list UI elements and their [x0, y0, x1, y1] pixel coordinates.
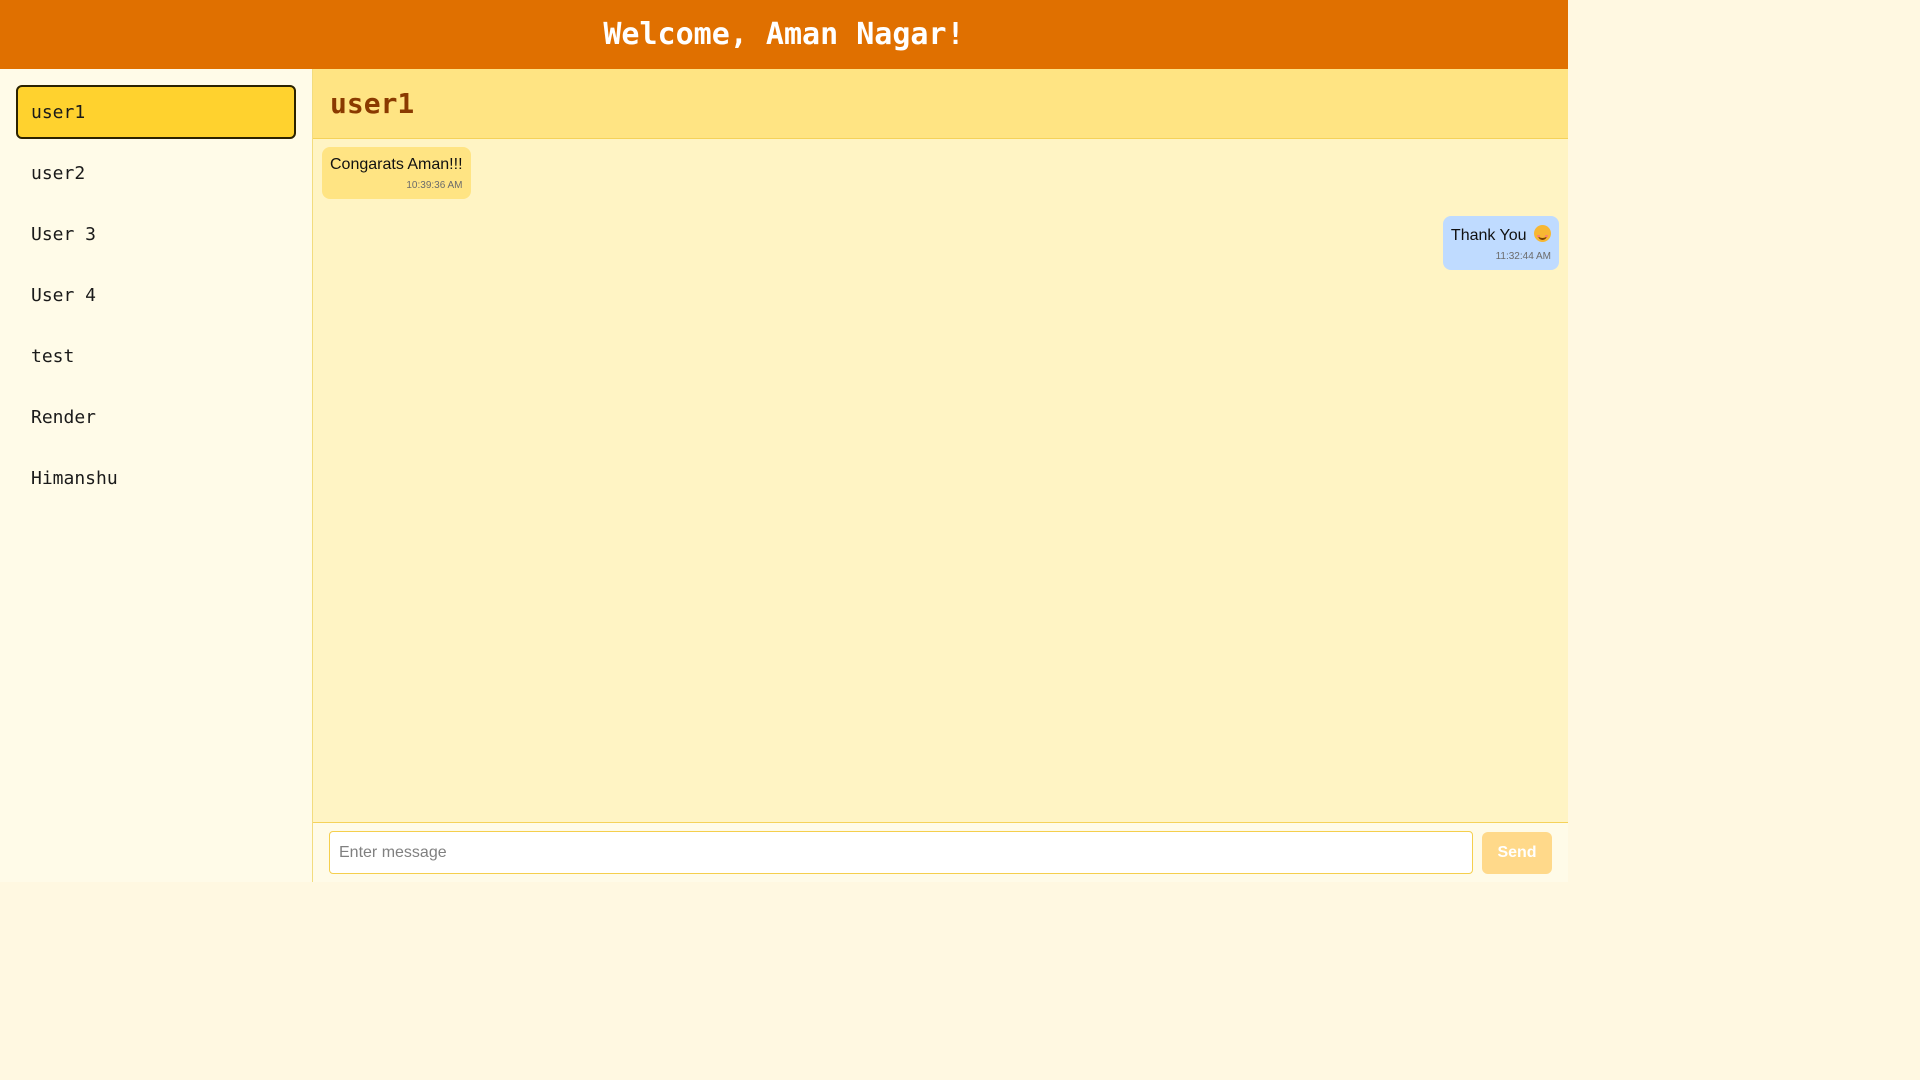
- chat-header: user1: [313, 69, 1568, 139]
- user-item-himanshu[interactable]: Himanshu: [16, 451, 296, 505]
- user-item-user2[interactable]: user2: [16, 146, 296, 200]
- message-bubble-incoming: Congarats Aman!!! 10:39:36 AM: [322, 147, 471, 199]
- user-item-render[interactable]: Render: [16, 390, 296, 444]
- message-timestamp: 11:32:44 AM: [1495, 251, 1551, 262]
- chat-app: Welcome, Aman Nagar! user1 user2 User 3 …: [0, 0, 1568, 882]
- user-item-user-4[interactable]: User 4: [16, 268, 296, 322]
- top-bar: Welcome, Aman Nagar!: [0, 0, 1568, 69]
- chat-panel: user1 Congarats Aman!!! 10:39:36 AM Than…: [313, 69, 1568, 882]
- chat-title: user1: [330, 87, 415, 120]
- message-input[interactable]: [329, 831, 1473, 874]
- message-timestamp: 10:39:36 AM: [406, 180, 463, 191]
- message-composer: Send: [313, 822, 1568, 882]
- send-button[interactable]: Send: [1482, 831, 1552, 874]
- smiling-face-icon: [1534, 225, 1551, 242]
- message-text-row: Thank You: [1451, 225, 1551, 245]
- main-area: user1 user2 User 3 User 4 test Render Hi…: [0, 69, 1568, 882]
- message-text: Congarats Aman!!!: [330, 156, 463, 173]
- message-text: Thank You: [1450, 227, 1527, 244]
- user-item-user-3[interactable]: User 3: [16, 207, 296, 261]
- welcome-title: Welcome, Aman Nagar!: [603, 17, 965, 52]
- message-bubble-outgoing: Thank You 11:32:44 AM: [1442, 216, 1559, 270]
- user-list: user1 user2 User 3 User 4 test Render Hi…: [0, 69, 313, 882]
- user-item-user1[interactable]: user1: [16, 85, 296, 139]
- user-item-test[interactable]: test: [16, 329, 296, 383]
- message-list[interactable]: Congarats Aman!!! 10:39:36 AM Thank You …: [313, 139, 1568, 822]
